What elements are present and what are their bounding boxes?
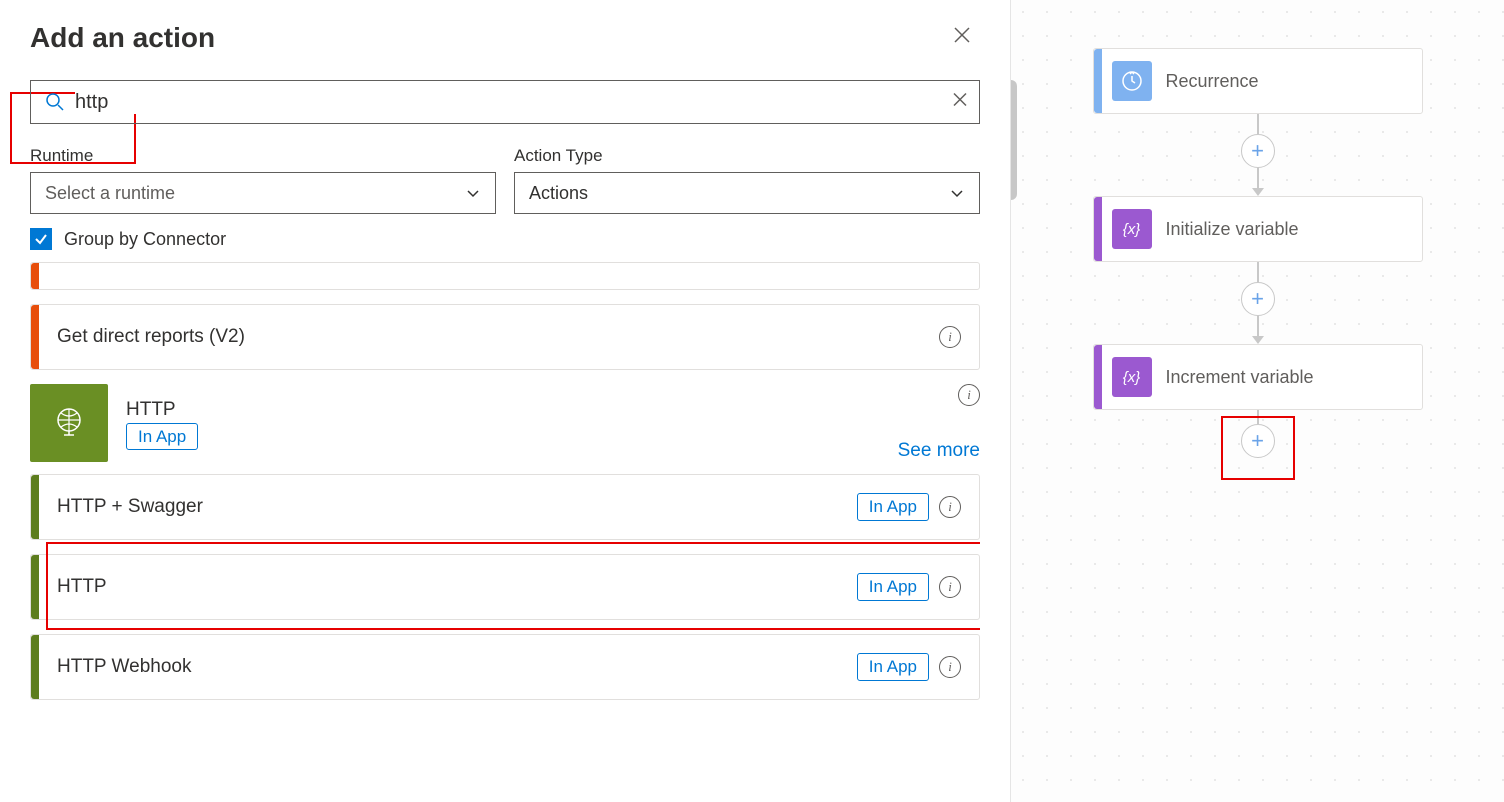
action-item[interactable]	[30, 262, 980, 290]
action-type-label: Action Type	[514, 146, 980, 166]
check-icon	[34, 232, 48, 246]
panel-title: Add an action	[30, 22, 215, 54]
chevron-down-icon	[949, 185, 965, 201]
action-label: HTTP + Swagger	[57, 496, 857, 518]
connector-name: HTTP	[126, 399, 198, 421]
group-by-connector-checkbox[interactable]	[30, 228, 52, 250]
scrollbar[interactable]	[1010, 80, 1017, 200]
clear-search-button[interactable]	[952, 91, 968, 114]
chevron-down-icon	[465, 185, 481, 201]
flow-node-increment-variable[interactable]: {x} Increment variable	[1093, 344, 1423, 410]
info-icon[interactable]: i	[939, 656, 961, 678]
clock-icon	[1112, 61, 1152, 101]
action-results-list: Get direct reports (V2) i HTTP In App i	[30, 262, 980, 802]
flow-node-recurrence[interactable]: Recurrence	[1093, 48, 1423, 114]
in-app-badge[interactable]: In App	[857, 653, 929, 681]
add-action-panel: Add an action Runtime Select a runtime	[0, 0, 1010, 802]
node-label: Increment variable	[1166, 367, 1314, 388]
workflow-canvas[interactable]: Recurrence + {x} Initialize variable + {…	[1010, 0, 1504, 802]
runtime-label: Runtime	[30, 146, 496, 166]
http-connector-icon	[30, 384, 108, 462]
add-step-button[interactable]: +	[1241, 134, 1275, 168]
in-app-badge[interactable]: In App	[857, 573, 929, 601]
search-input[interactable]	[75, 91, 939, 114]
action-item-http-webhook[interactable]: HTTP Webhook In App i	[30, 634, 980, 700]
action-item-http-swagger[interactable]: HTTP + Swagger In App i	[30, 474, 980, 540]
node-label: Recurrence	[1166, 71, 1259, 92]
action-item[interactable]: Get direct reports (V2) i	[30, 304, 980, 370]
info-icon[interactable]: i	[958, 384, 980, 406]
action-label: HTTP	[57, 576, 857, 598]
globe-icon	[49, 403, 89, 443]
close-icon	[952, 25, 972, 45]
search-box[interactable]	[30, 80, 980, 124]
in-app-badge[interactable]: In App	[126, 423, 198, 450]
see-more-link[interactable]: See more	[898, 440, 980, 462]
variable-icon: {x}	[1112, 357, 1152, 397]
action-item-http[interactable]: HTTP In App i	[30, 554, 980, 620]
info-icon[interactable]: i	[939, 496, 961, 518]
search-icon	[45, 92, 65, 112]
action-type-dropdown[interactable]: Actions	[514, 172, 980, 214]
action-label: HTTP Webhook	[57, 656, 857, 678]
group-by-connector-label: Group by Connector	[64, 229, 226, 250]
info-icon[interactable]: i	[939, 326, 961, 348]
runtime-value: Select a runtime	[45, 183, 175, 204]
flow-node-initialize-variable[interactable]: {x} Initialize variable	[1093, 196, 1423, 262]
info-icon[interactable]: i	[939, 576, 961, 598]
add-step-button[interactable]: +	[1241, 282, 1275, 316]
add-step-button[interactable]: +	[1241, 424, 1275, 458]
node-label: Initialize variable	[1166, 219, 1299, 240]
connector-header: HTTP In App i See more	[30, 384, 980, 462]
variable-icon: {x}	[1112, 209, 1152, 249]
action-label: Get direct reports (V2)	[57, 326, 939, 348]
action-type-value: Actions	[529, 183, 588, 204]
close-panel-button[interactable]	[944, 20, 980, 56]
runtime-dropdown[interactable]: Select a runtime	[30, 172, 496, 214]
in-app-badge[interactable]: In App	[857, 493, 929, 521]
close-icon	[952, 92, 968, 108]
